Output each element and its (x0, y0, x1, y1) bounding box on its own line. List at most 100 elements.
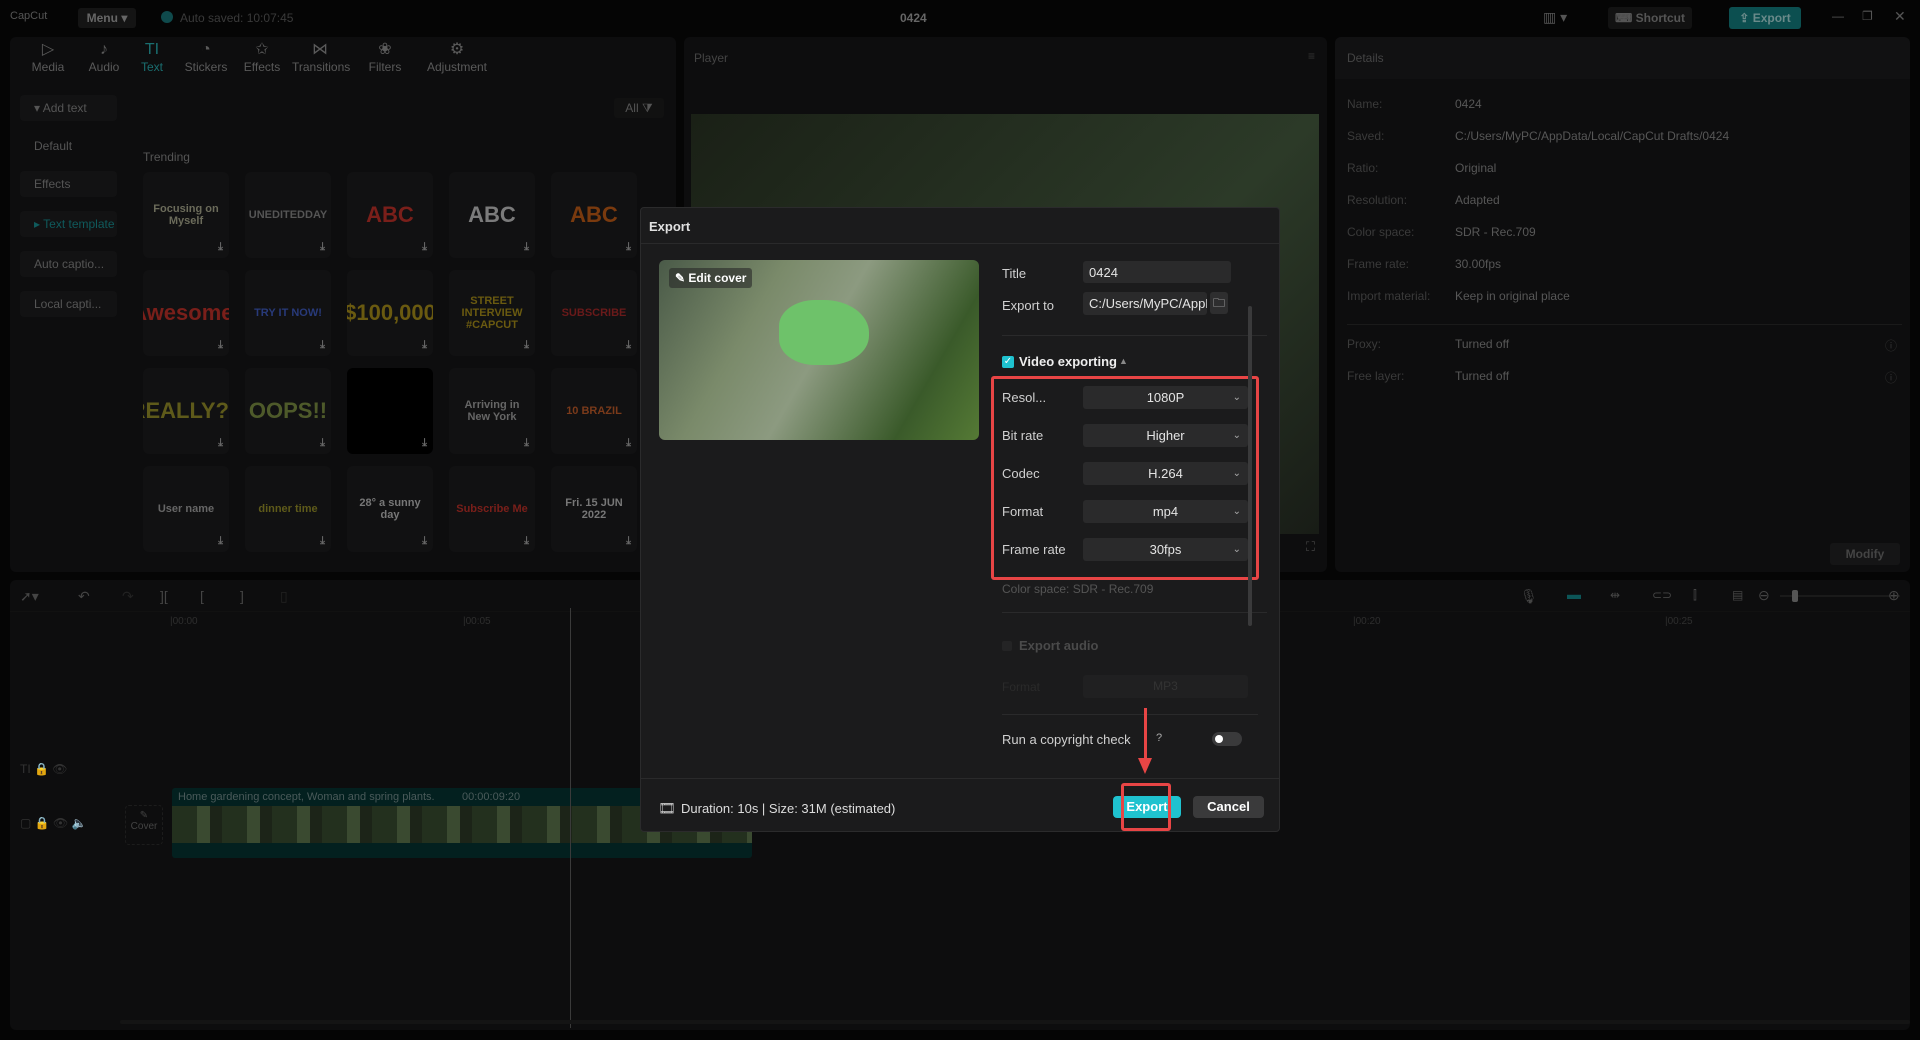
folder-icon[interactable]: 🗀 (1210, 292, 1228, 314)
preview-axis-icon[interactable]: ⫿ (1693, 588, 1697, 603)
restore-icon[interactable]: ❐ (1862, 9, 1873, 23)
minimize-icon[interactable]: — (1832, 9, 1844, 23)
zoom-in-icon[interactable]: ⊕ (1888, 587, 1900, 604)
download-icon[interactable]: ⤓ (524, 339, 529, 352)
text-template-tile[interactable]: $100,000 ⤓ (347, 270, 433, 356)
link-icon[interactable]: ⊂⊃ (1652, 588, 1672, 602)
text-template-tile[interactable]: ABC ⤓ (449, 172, 535, 258)
tab-media[interactable]: ▷ Media (20, 40, 76, 74)
sidebar-item[interactable]: Local capti... (20, 291, 117, 317)
menu-button[interactable]: Menu ▾ (78, 8, 136, 28)
text-template-tile[interactable]: TRY IT NOW! ⤓ (245, 270, 331, 356)
zoom-out-icon[interactable]: ⊖ (1758, 587, 1770, 604)
select-tool-icon[interactable]: ➚▾ (20, 588, 39, 605)
close-icon[interactable]: ✕ (1894, 8, 1906, 25)
text-template-tile[interactable]: Subscribe Me ⤓ (449, 466, 535, 552)
split-right-icon[interactable]: ] (240, 588, 244, 604)
zoom-fit-icon[interactable]: ▤ (1732, 588, 1743, 602)
filter-all-button[interactable]: All ⧩ (614, 98, 664, 118)
export-audio-checkbox[interactable] (1002, 641, 1012, 651)
detail-value: C:/Users/MyPC/AppData/Local/CapCut Draft… (1455, 129, 1730, 143)
snap-icon[interactable]: ⇹ (1610, 588, 1620, 602)
modify-button[interactable]: Modify (1830, 543, 1900, 565)
text-template-tile[interactable]: 10 BRAZIL ⤓ (551, 368, 637, 454)
dialog-scrollbar[interactable] (1248, 306, 1252, 626)
text-template-tile[interactable]: Fri. 15 JUN 2022 ⤓ (551, 466, 637, 552)
download-icon[interactable]: ⤓ (626, 535, 631, 548)
help-icon[interactable]: ? (1156, 732, 1162, 744)
text-template-tile[interactable]: User name ⤓ (143, 466, 229, 552)
download-icon[interactable]: ⤓ (218, 437, 223, 450)
tab-transitions[interactable]: ⋈ Transitions (292, 40, 350, 74)
tab-effects[interactable]: ✩ Effects (234, 40, 290, 74)
sidebar-item[interactable]: ▸ Text template (20, 211, 117, 237)
download-icon[interactable]: ⤓ (218, 339, 223, 352)
text-template-tile[interactable]: REALLY?? ⤓ (143, 368, 229, 454)
sidebar-item[interactable]: Effects (20, 171, 117, 197)
tab-stickers[interactable]: ◔ Stickers (178, 40, 234, 74)
text-template-tile[interactable]: 28° a sunny day ⤓ (347, 466, 433, 552)
sidebar-item[interactable]: Default (20, 133, 117, 159)
download-icon[interactable]: ⤓ (320, 339, 325, 352)
top-export-button[interactable]: ⇪ Export (1729, 7, 1801, 29)
text-template-tile[interactable]: ABC ⤓ (347, 172, 433, 258)
edit-cover-button[interactable]: ✎ Edit cover (669, 268, 753, 288)
text-template-tile[interactable]: UNEDITEDDAY ⤓ (245, 172, 331, 258)
text-template-tile[interactable]: dinner time ⤓ (245, 466, 331, 552)
redo-icon[interactable]: ↷ (122, 588, 134, 605)
fullscreen-icon[interactable]: ⛶ (1306, 539, 1315, 555)
microphone-icon[interactable]: 🎙 (1520, 588, 1538, 605)
video-exporting-checkbox[interactable]: ✓ (1002, 356, 1014, 368)
help-icon[interactable]: ⓘ (1885, 337, 1897, 354)
export-path-input[interactable]: C:/Users/MyPC/AppD... (1083, 292, 1207, 315)
text-track-controls[interactable]: TI 🔒 👁 (20, 762, 68, 776)
shortcut-button[interactable]: ⌨ Shortcut (1608, 7, 1692, 29)
text-template-tile[interactable]: OOPS!! ⤓ (245, 368, 331, 454)
magnet-icon[interactable]: ▬ (1567, 586, 1587, 606)
title-input[interactable] (1083, 261, 1231, 283)
text-template-tile[interactable]: ABC ⤓ (551, 172, 637, 258)
download-icon[interactable]: ⤓ (524, 437, 529, 450)
download-icon[interactable]: ⤓ (524, 535, 529, 548)
player-menu-icon[interactable]: ≡ (1308, 49, 1315, 63)
split-icon[interactable]: ][ (160, 588, 168, 604)
download-icon[interactable]: ⤓ (626, 437, 631, 450)
template-preview-text: Awesome! (143, 300, 229, 325)
delete-icon[interactable]: ▯ (280, 588, 288, 605)
timeline-scrollbar[interactable] (120, 1020, 1910, 1024)
cancel-button[interactable]: Cancel (1193, 796, 1264, 818)
text-template-tile[interactable]: Focusing on Myself ⤓ (143, 172, 229, 258)
download-icon[interactable]: ⤓ (422, 339, 427, 352)
tab-text[interactable]: TI Text (124, 40, 180, 74)
download-icon[interactable]: ⤓ (422, 437, 427, 450)
download-icon[interactable]: ⤓ (422, 535, 427, 548)
sidebar-item[interactable]: Auto captio... (20, 251, 117, 277)
text-template-tile[interactable]: Awesome! ⤓ (143, 270, 229, 356)
download-icon[interactable]: ⤓ (626, 241, 631, 254)
download-icon[interactable]: ⤓ (320, 535, 325, 548)
download-icon[interactable]: ⤓ (218, 241, 223, 254)
download-icon[interactable]: ⤓ (218, 535, 223, 548)
split-left-icon[interactable]: [ (200, 588, 204, 604)
download-icon[interactable]: ⤓ (524, 241, 529, 254)
text-template-tile[interactable]: SUBSCRIBE ⤓ (551, 270, 637, 356)
text-template-tile[interactable]: Arriving in New York ⤓ (449, 368, 535, 454)
undo-icon[interactable]: ↶ (78, 588, 90, 605)
download-icon[interactable]: ⤓ (320, 241, 325, 254)
tab-adjustment[interactable]: ⚙ Adjustment (418, 40, 496, 74)
zoom-slider[interactable] (1780, 590, 1900, 602)
tab-filters[interactable]: ❀ Filters (357, 40, 413, 74)
download-icon[interactable]: ⤓ (320, 437, 325, 450)
download-icon[interactable]: ⤓ (422, 241, 427, 254)
collapse-icon[interactable]: ▲ (1119, 356, 1128, 366)
playhead[interactable] (570, 608, 571, 1028)
text-template-tile[interactable]: ⤓ (347, 368, 433, 454)
help-icon[interactable]: ⓘ (1885, 369, 1897, 386)
copyright-toggle[interactable] (1212, 732, 1242, 746)
video-track-controls[interactable]: ▢ 🔒 👁 🔈 (20, 816, 86, 830)
layout-icon[interactable]: ▥ ▾ (1543, 9, 1567, 26)
cover-button[interactable]: ✎ Cover (125, 805, 163, 845)
text-template-tile[interactable]: STREET INTERVIEW #CAPCUT ⤓ (449, 270, 535, 356)
sidebar-item[interactable]: ▾ Add text (20, 95, 117, 121)
download-icon[interactable]: ⤓ (626, 339, 631, 352)
